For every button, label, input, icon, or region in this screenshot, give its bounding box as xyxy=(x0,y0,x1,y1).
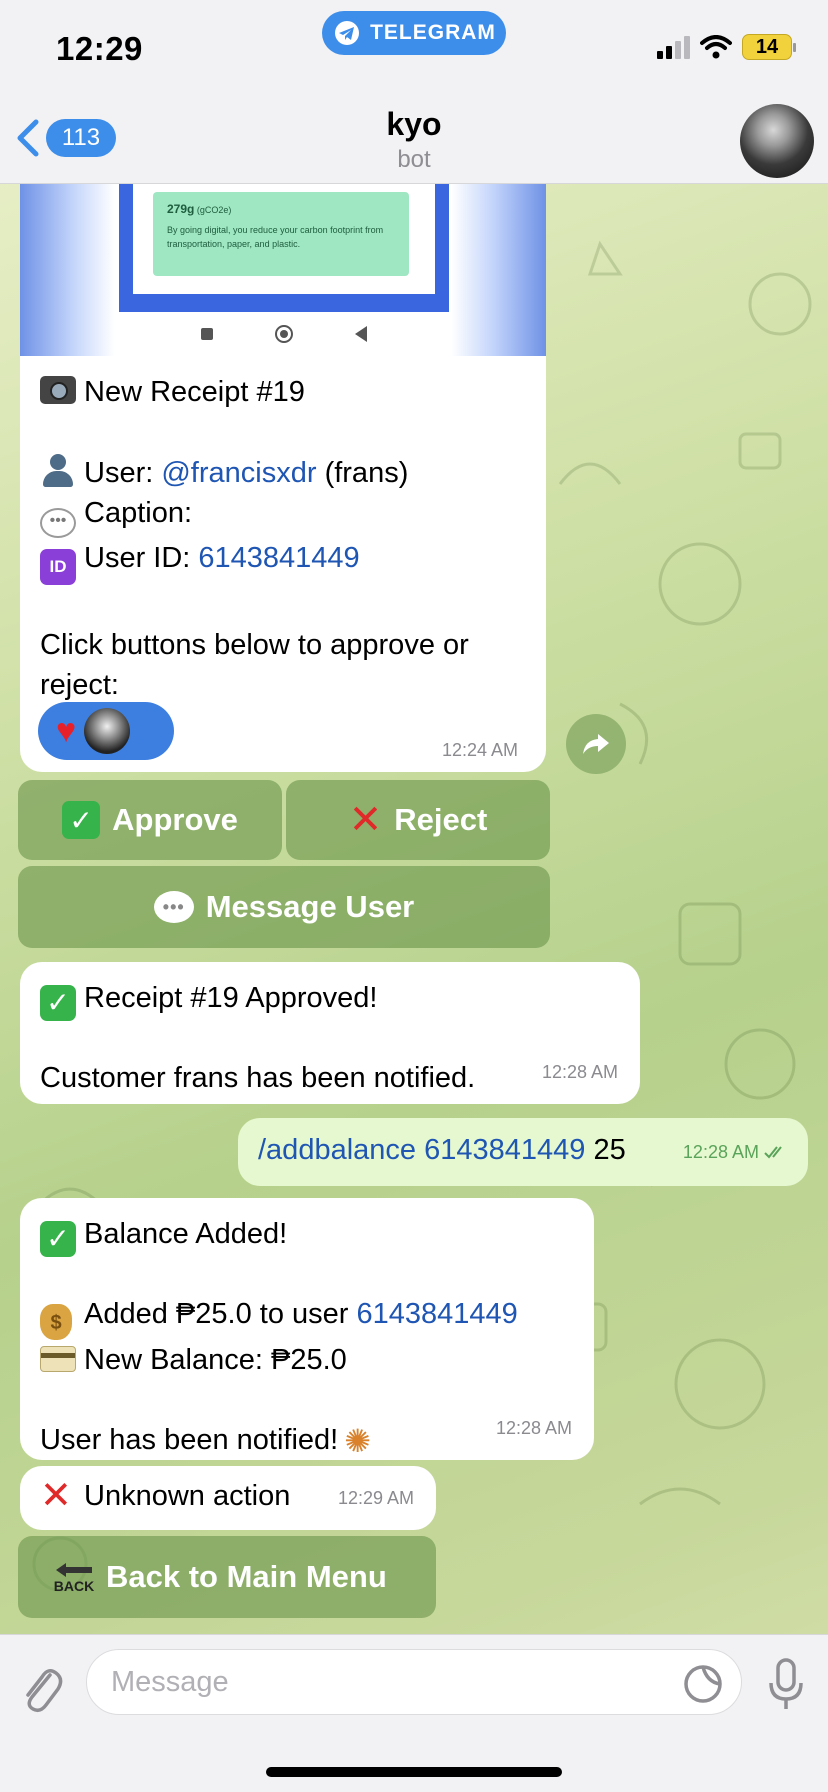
heart-icon: ♥ xyxy=(56,712,77,750)
telegram-return-pill[interactable]: TELEGRAM xyxy=(322,11,506,55)
unknown-text: Unknown action xyxy=(84,1480,291,1512)
message-outgoing-command[interactable]: /addbalance 6143841449 25 12:28 AM xyxy=(238,1118,808,1186)
id-icon: ID xyxy=(40,549,76,585)
paperclip-icon[interactable] xyxy=(20,1661,64,1717)
balance-line4: User has been notified! xyxy=(40,1424,339,1456)
command-amount: 25 xyxy=(593,1134,626,1166)
balance-timestamp: 12:28 AM xyxy=(495,1418,572,1438)
command-link[interactable]: /addbalance xyxy=(258,1134,416,1166)
user-handle-link[interactable]: @francisxdr xyxy=(161,457,316,489)
command-userid[interactable]: 6143841449 xyxy=(424,1134,585,1166)
chat-title[interactable]: kyo xyxy=(0,106,828,143)
outgoing-timestamp: 12:28 AM xyxy=(683,1132,790,1172)
share-arrow-icon xyxy=(583,734,609,754)
balance-line2-prefix: Added ₱25.0 to user xyxy=(84,1298,349,1330)
recents-icon xyxy=(201,328,213,340)
back-main-label: Back to Main Menu xyxy=(106,1559,387,1594)
user-icon xyxy=(40,452,76,488)
user-label: User: xyxy=(84,457,154,489)
camera-icon xyxy=(40,376,76,404)
check-icon: ✓ xyxy=(40,985,76,1021)
approved-line1: Receipt #19 Approved! xyxy=(84,982,378,1014)
android-nav-bar xyxy=(119,312,449,356)
money-bag-icon: $ xyxy=(40,1304,72,1340)
home-icon xyxy=(275,325,293,343)
status-icons: 14 xyxy=(657,34,796,60)
receipt-instruction: Click buttons below to approve or reject… xyxy=(40,629,469,701)
unknown-timestamp: 12:29 AM xyxy=(337,1488,414,1508)
party-popper-icon: ✺ xyxy=(344,1423,372,1459)
speech-bubble-icon: ••• xyxy=(153,891,194,923)
balance-userid-link[interactable]: 6143841449 xyxy=(356,1298,517,1330)
approved-line2: Customer frans has been notified. xyxy=(40,1062,476,1094)
userid-label: User ID: xyxy=(84,542,191,574)
check-icon: ✓ xyxy=(40,1221,76,1257)
receipt-photo[interactable]: 279g (gCO2e) By going digital, you reduc… xyxy=(20,184,546,356)
message-receipt-approved[interactable]: ✓ Receipt #19 Approved! Customer frans ha… xyxy=(20,962,640,1104)
forward-button[interactable] xyxy=(566,714,626,774)
user-name: (frans) xyxy=(324,457,409,489)
approve-label: Approve xyxy=(112,802,238,837)
status-time: 12:29 xyxy=(56,30,143,67)
chat-avatar[interactable] xyxy=(740,104,814,178)
receipt-timestamp: 12:24 AM xyxy=(442,740,519,760)
carbon-footprint-box: 279g (gCO2e) By going digital, you reduc… xyxy=(153,192,409,276)
carbon-unit: (gCO2e) xyxy=(196,205,232,215)
double-check-icon xyxy=(764,1146,782,1159)
approve-button[interactable]: ✓ Approve xyxy=(18,780,282,860)
carbon-amount: 279g xyxy=(167,202,195,216)
battery-indicator: 14 xyxy=(742,34,796,60)
cross-icon: ✕ xyxy=(40,1475,72,1517)
message-balance-added[interactable]: ✓ Balance Added! $ Added ₱25.0 to user 614… xyxy=(20,1198,594,1460)
speech-bubble-icon: ••• xyxy=(40,508,76,538)
reject-button[interactable]: ✕ Reject xyxy=(286,780,550,860)
message-placeholder: Message xyxy=(111,1665,229,1698)
approved-timestamp: 12:28 AM xyxy=(541,1062,618,1082)
back-arrow-icon: BACK xyxy=(54,1561,94,1593)
carbon-text: By going digital, you reduce your carbon… xyxy=(167,225,384,249)
receipt-text: New Receipt #19 User: @francisxdr (frans… xyxy=(40,372,540,705)
home-indicator xyxy=(266,1767,562,1777)
message-unknown-action[interactable]: ✕ Unknown action 12:29 AM xyxy=(20,1466,436,1530)
chat-subtitle: bot xyxy=(397,146,431,173)
reactor-avatar xyxy=(84,708,131,754)
cellular-signal-icon xyxy=(657,35,690,59)
telegram-plane-icon xyxy=(335,21,360,45)
userid-link[interactable]: 6143841449 xyxy=(198,542,359,574)
message-user-label: Message User xyxy=(205,889,415,924)
telegram-pill-label: TELEGRAM xyxy=(370,21,496,44)
sticker-icon[interactable] xyxy=(683,1664,723,1704)
back-triangle-icon xyxy=(355,326,367,342)
outgoing-time: 12:28 AM xyxy=(682,1142,759,1162)
back-icon-text: BACK xyxy=(53,1578,95,1594)
receipt-title: New Receipt #19 xyxy=(84,376,305,408)
receipt-card: 279g (gCO2e) By going digital, you reduc… xyxy=(119,184,449,312)
navigation-header: 12:29 TELEGRAM 14 113 kyo bot xyxy=(0,0,828,184)
check-icon: ✓ xyxy=(62,801,101,839)
balance-line3: New Balance: ₱25.0 xyxy=(84,1344,347,1376)
message-input[interactable]: Message xyxy=(86,1649,742,1715)
cross-icon: ✕ xyxy=(348,798,383,842)
reject-label: Reject xyxy=(394,802,488,837)
caption-label: Caption: xyxy=(84,497,193,529)
reaction-chip[interactable]: ♥ xyxy=(38,702,174,760)
microphone-icon[interactable] xyxy=(766,1657,806,1713)
back-to-main-menu-button[interactable]: BACK Back to Main Menu xyxy=(18,1536,436,1618)
credit-card-icon xyxy=(40,1346,76,1372)
wifi-icon xyxy=(700,35,732,59)
balance-line1: Balance Added! xyxy=(84,1218,288,1250)
message-user-button[interactable]: ••• Message User xyxy=(18,866,550,948)
